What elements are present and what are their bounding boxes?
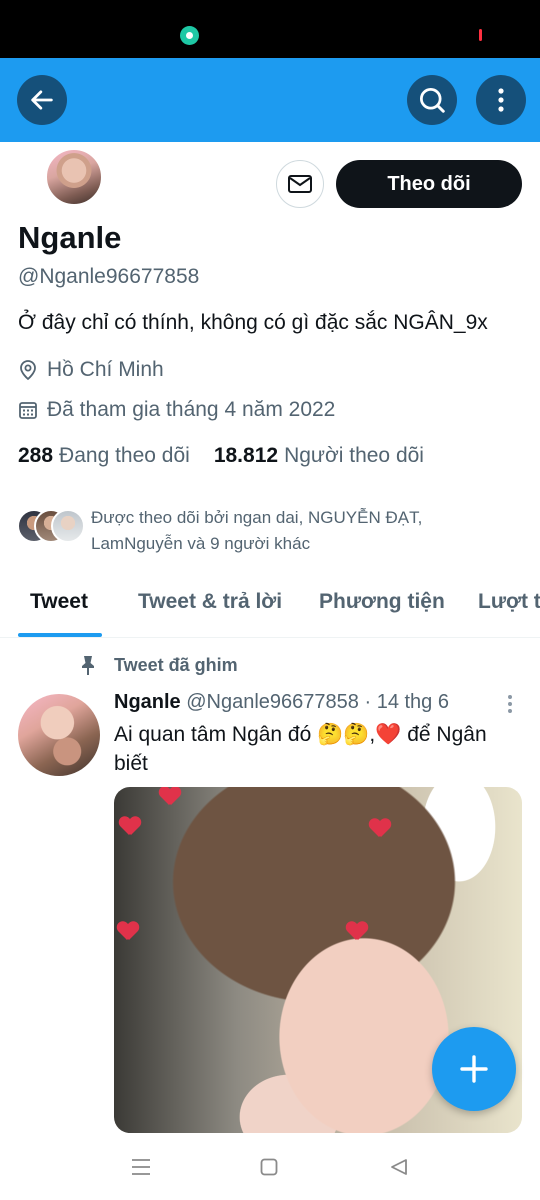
tweet-more-button[interactable] — [500, 693, 520, 715]
avatar — [51, 509, 85, 543]
mail-icon — [288, 175, 312, 193]
system-navigation-bar — [0, 1135, 540, 1200]
location-pin-icon — [20, 360, 36, 381]
heart-sticker-icon — [346, 922, 368, 942]
join-date-text: Đã tham gia tháng 4 năm 2022 — [47, 398, 336, 421]
pin-icon — [82, 656, 94, 675]
tweet-author-handle: @Nganle96677858 — [186, 691, 359, 713]
tweet-author-avatar[interactable] — [18, 694, 100, 776]
follow-stats: 288 Đang theo dõi 18.812 Người theo dõi — [18, 444, 424, 468]
heart-sticker-icon — [119, 817, 141, 837]
heart-sticker-icon — [369, 819, 391, 839]
recents-button[interactable] — [126, 1155, 156, 1179]
menu-icon — [132, 1159, 150, 1175]
heart-sticker-icon — [159, 787, 181, 807]
more-vertical-icon — [508, 695, 512, 713]
message-button[interactable] — [276, 160, 324, 208]
back-button[interactable] — [17, 75, 67, 125]
location-text: Hồ Chí Minh — [47, 358, 164, 381]
calendar-icon — [19, 402, 37, 419]
followed-by-avatars[interactable] — [17, 509, 87, 547]
pinned-label-text: Tweet đã ghim — [114, 654, 238, 675]
arrow-left-icon — [31, 90, 53, 110]
profile-bio: Ở đây chỉ có thính, không có gì đặc sắc … — [18, 311, 488, 334]
followers-label: Người theo dõi — [284, 444, 424, 467]
followed-by-text[interactable]: Được theo dõi bởi ngan dai, NGUYỄN ĐẠT, … — [91, 505, 511, 557]
display-name: Nganle — [18, 220, 122, 255]
tweet-text: Ai quan tâm Ngân đó 🤔🤔,❤️ để Ngân biết — [114, 723, 487, 775]
tweet-date: · 14 thg 6 — [364, 691, 449, 713]
tweet-header: Nganle @Nganle96677858 · 14 thg 6 — [114, 691, 449, 714]
active-tab-indicator — [18, 633, 102, 637]
profile-header-banner — [0, 58, 540, 142]
tab-likes[interactable]: Lượt thích — [478, 590, 540, 614]
tweet-author-name[interactable]: Nganle — [114, 691, 181, 713]
join-date-row: Đã tham gia tháng 4 năm 2022 — [18, 397, 335, 423]
profile-avatar[interactable] — [44, 147, 104, 207]
followers-count: 18.812 — [213, 444, 279, 467]
recording-indicator-icon — [479, 29, 482, 41]
following-stat[interactable]: 288 Đang theo dõi — [18, 444, 190, 468]
tab-tweets[interactable]: Tweet — [30, 590, 88, 614]
app-notification-icon — [180, 26, 199, 45]
following-label: Đang theo dõi — [59, 444, 190, 467]
profile-tabs: Tweet Tweet & trả lời Phương tiện Lượt t… — [0, 580, 540, 638]
more-options-button[interactable] — [476, 75, 526, 125]
following-count: 288 — [18, 444, 54, 467]
tab-tweets-replies[interactable]: Tweet & trả lời — [138, 590, 282, 614]
heart-sticker-icon — [117, 922, 139, 942]
search-icon — [420, 88, 445, 113]
triangle-back-icon — [391, 1159, 407, 1175]
system-back-button[interactable] — [384, 1155, 414, 1179]
followers-stat[interactable]: 18.812 Người theo dõi — [214, 444, 424, 468]
follow-button[interactable]: Theo dõi — [336, 160, 522, 208]
location-row: Hồ Chí Minh — [18, 357, 164, 383]
tab-media[interactable]: Phương tiện — [319, 590, 445, 614]
plus-icon — [460, 1055, 488, 1083]
search-button[interactable] — [407, 75, 457, 125]
square-icon — [260, 1158, 278, 1176]
compose-tweet-button[interactable] — [432, 1027, 516, 1111]
more-vertical-icon — [498, 88, 504, 112]
home-button[interactable] — [254, 1155, 284, 1179]
pinned-tweet-label: Tweet đã ghim — [78, 652, 238, 678]
status-bar — [0, 0, 540, 58]
user-handle: @Nganle96677858 — [18, 265, 200, 288]
